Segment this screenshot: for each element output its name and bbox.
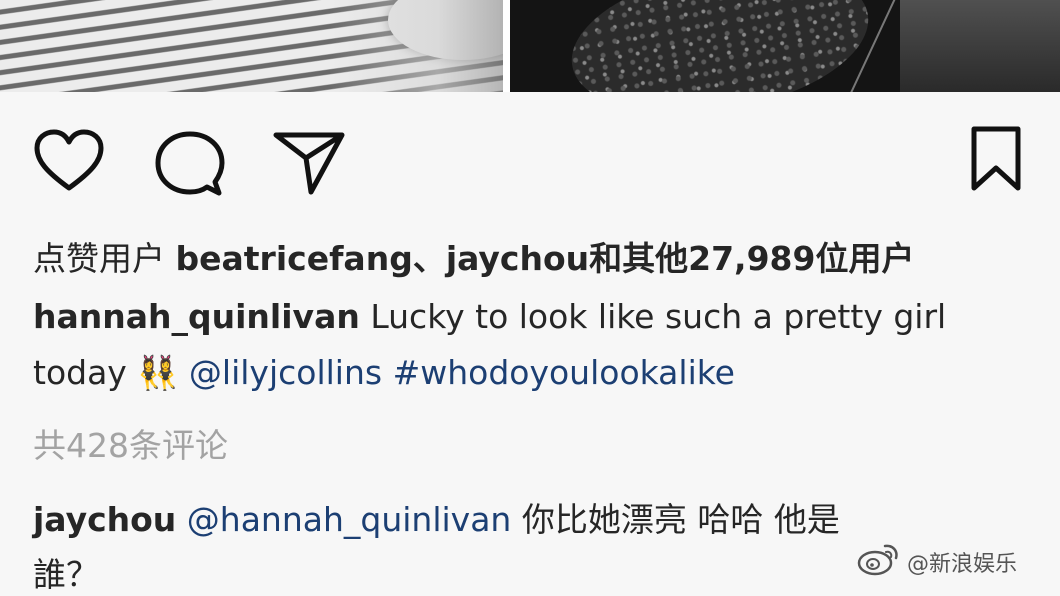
- weibo-icon: [857, 542, 901, 582]
- post-photo-left[interactable]: [0, 0, 503, 92]
- comment-icon[interactable]: [155, 130, 225, 198]
- comment-line-1: jaychou @hannah_quinlivan 你比她漂亮 哈哈 他是: [33, 500, 840, 540]
- bookmark-icon[interactable]: [970, 126, 1022, 192]
- caption-text-continued: today: [33, 353, 127, 392]
- likes-prefix: 点赞用户: [33, 239, 165, 278]
- comment-mention[interactable]: @hannah_quinlivan: [187, 500, 512, 539]
- send-icon[interactable]: [273, 130, 345, 196]
- comment-line-2: 誰？: [33, 555, 99, 595]
- photo-divider: [503, 0, 510, 92]
- comment-text-continued: 誰？: [33, 555, 99, 594]
- weibo-watermark: @新浪娱乐: [857, 542, 1017, 582]
- watermark-text: @新浪娱乐: [907, 552, 1018, 577]
- caption-mention[interactable]: @lilyjcollins: [189, 353, 382, 392]
- likes-line: 点赞用户 beatricefang、jaychou和其他27,989位用户: [33, 239, 914, 279]
- caption-username[interactable]: hannah_quinlivan: [33, 297, 360, 336]
- dancing-women-emoji: 👯‍♀: [137, 353, 179, 392]
- comment-text: 你比她漂亮 哈哈 他是: [521, 500, 840, 539]
- post-action-bar: [0, 126, 1060, 196]
- caption-line-1: hannah_quinlivan Lucky to look like such…: [33, 297, 946, 337]
- post-photo-right[interactable]: [510, 0, 1060, 92]
- comment-username[interactable]: jaychou: [33, 500, 176, 539]
- liked-by-users[interactable]: beatricefang、jaychou: [176, 239, 590, 278]
- caption-line-2: today 👯‍♀ @lilyjcollins #whodoyoulookali…: [33, 353, 735, 393]
- post-photo-strip[interactable]: [0, 0, 1060, 92]
- view-comments-link[interactable]: 共428条评论: [33, 426, 228, 466]
- heart-icon[interactable]: [33, 128, 105, 194]
- likes-count[interactable]: 和其他27,989位用户: [589, 239, 914, 278]
- caption-hashtag[interactable]: #whodoyoulookalike: [393, 353, 735, 392]
- caption-text: Lucky to look like such a pretty girl: [370, 297, 947, 336]
